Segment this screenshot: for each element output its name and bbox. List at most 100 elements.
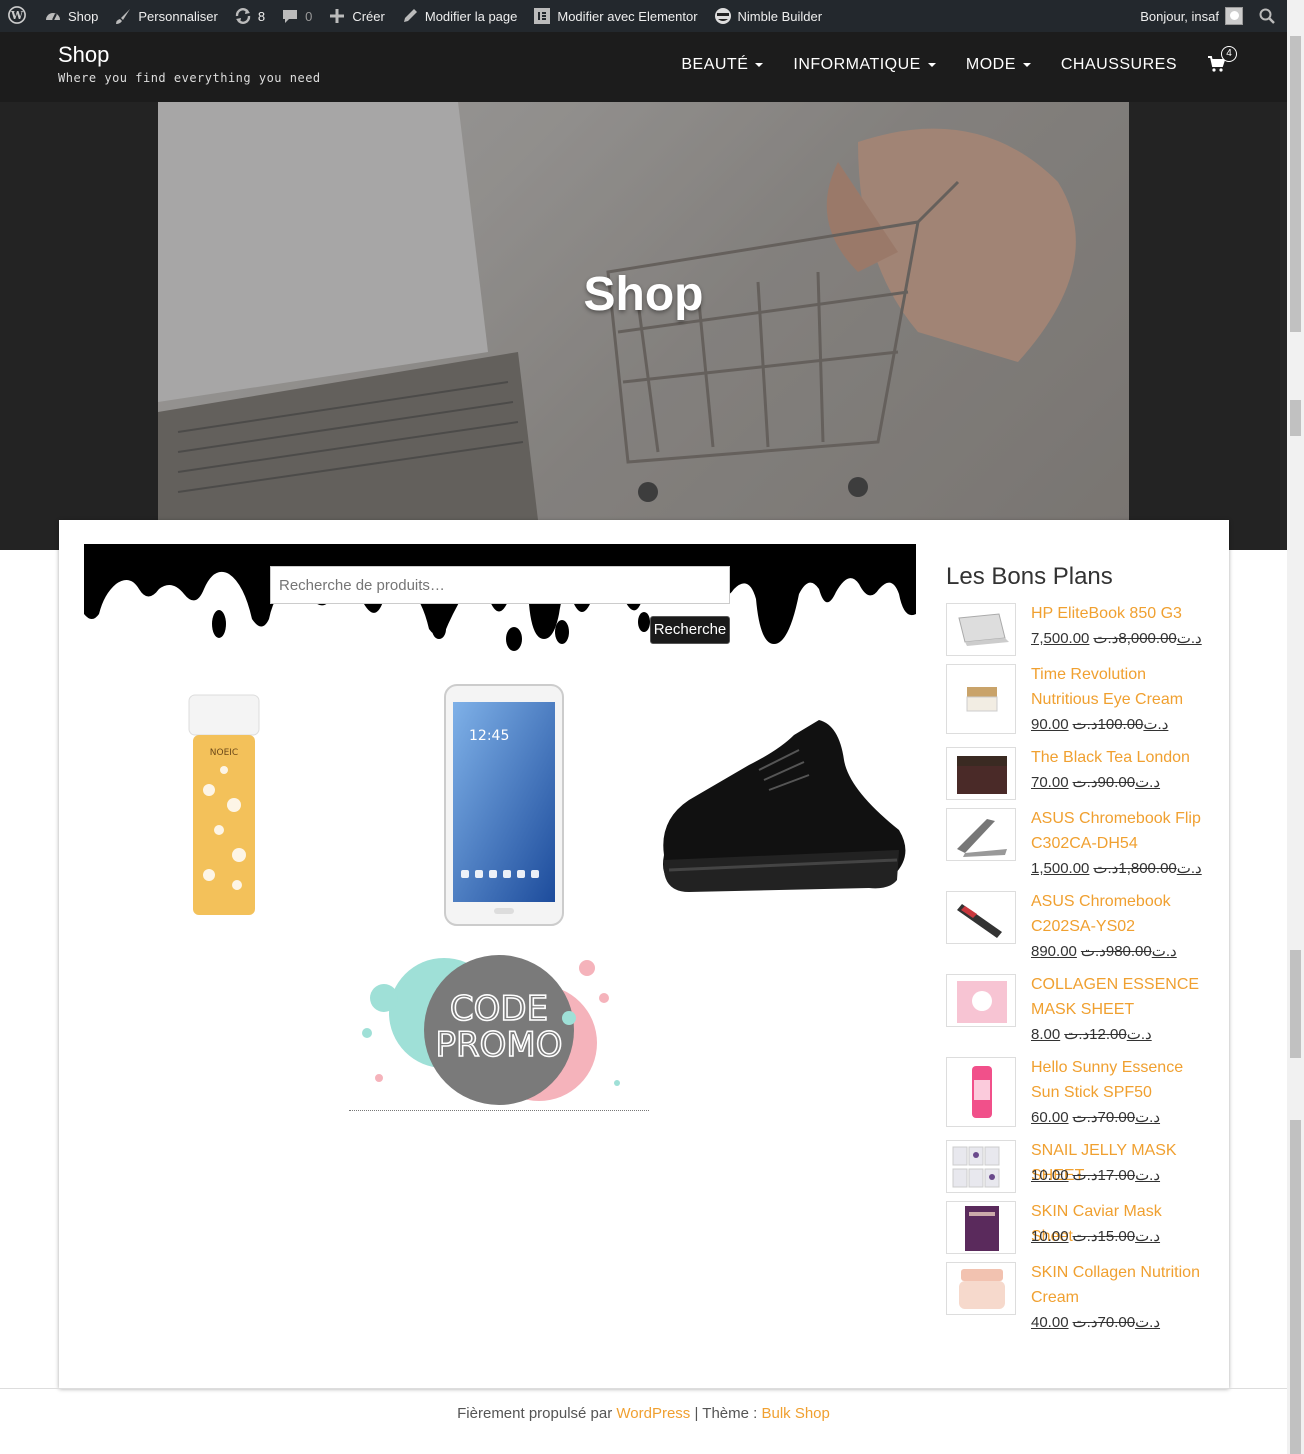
hero-image: Shop (158, 102, 1129, 520)
wordpress-logo-icon[interactable]: W (0, 0, 36, 32)
site-footer: Fièrement propulsé par WordPress | Thème… (0, 1405, 1287, 1422)
deal-name[interactable]: The Black Tea London (1031, 745, 1206, 770)
footer-separator: | Thème : (694, 1405, 758, 1422)
deal-price: 10.00د.ت15.00د.ت (1031, 1224, 1160, 1249)
adminbar-new[interactable]: Créer (320, 0, 393, 32)
avatar (1225, 7, 1243, 25)
deal-old-price: 70.00د.ت (1072, 1314, 1136, 1331)
cart-count-badge: 4 (1221, 46, 1237, 62)
tablet-clock: 12:45 (469, 728, 509, 744)
deal-old-price: 1,800.00د.ت (1093, 860, 1177, 877)
hero-title: Shop (583, 268, 704, 321)
deal-price: 40.00د.ت70.00د.ت (1031, 1310, 1160, 1335)
site-header: Shop Where you find everything you need … (0, 32, 1287, 102)
page-scrollbar[interactable] (1287, 0, 1304, 1454)
scrollbar-marker (1290, 950, 1301, 1058)
brush-icon (114, 7, 132, 25)
deal-price: 8.00د.ت12.00د.ت (1031, 1022, 1152, 1047)
search-widget: Recherche (84, 544, 916, 654)
deal-price: 7,500.00د.ت8,000.00د.ت (1031, 626, 1202, 651)
deal-thumbnail (946, 1057, 1016, 1127)
deal-old-price: 90.00د.ت (1072, 774, 1136, 791)
product-search-input[interactable] (270, 566, 730, 604)
deal-thumbnail (946, 664, 1016, 734)
product-image: 12:45 (444, 684, 564, 926)
sidebar: Les Bons Plans HP EliteBook 850 G3 7,500… (946, 563, 1206, 1383)
promo-line2: PROMO (436, 1025, 563, 1065)
admin-bar: W Shop Personnaliser 8 0 Créer Modifier … (0, 0, 1287, 32)
adminbar-nimble[interactable]: Nimble Builder (706, 0, 831, 32)
adminbar-edit-page[interactable]: Modifier la page (393, 0, 526, 32)
product-card[interactable] (649, 680, 909, 930)
product-card[interactable]: 12:45 (389, 680, 639, 930)
site-description: Where you find everything you need (58, 71, 321, 85)
nav-label: CHAUSSURES (1060, 56, 1177, 73)
deal-thumbnail (946, 1262, 1016, 1315)
adminbar-comments-count: 0 (305, 8, 313, 24)
caret-down-icon (755, 63, 764, 67)
footer-divider (0, 1388, 1287, 1389)
nav-item-informatique[interactable]: INFORMATIQUE (793, 56, 936, 74)
promo-banner[interactable]: CODE PROMO (349, 948, 649, 1111)
nav-item-chaussures[interactable]: CHAUSSURES (1061, 56, 1177, 74)
caret-down-icon (1022, 63, 1031, 67)
deal-old-price: 15.00د.ت (1072, 1228, 1136, 1245)
nimble-icon (714, 7, 732, 25)
deal-price: 1,500.00د.ت1,800.00د.ت (1031, 856, 1202, 881)
plus-icon (328, 7, 346, 25)
pencil-icon (401, 7, 419, 25)
cart-button[interactable]: 4 (1207, 46, 1237, 75)
deal-name[interactable]: ASUS Chromebook Flip C302CA-DH54 (1031, 806, 1206, 856)
adminbar-account[interactable]: Bonjour, insaf (1132, 0, 1251, 32)
adminbar-updates[interactable]: 8 (226, 0, 273, 32)
comment-icon (281, 7, 299, 25)
nav-label: BEAUTÉ (681, 56, 749, 73)
deal-old-price: 980.00د.ت (1080, 943, 1152, 960)
footer-theme-link[interactable]: Bulk Shop (761, 1405, 829, 1422)
deal-name[interactable]: Time Revolution Nutritious Eye Cream (1031, 662, 1206, 712)
deal-thumbnail (946, 808, 1016, 861)
adminbar-edit-elementor[interactable]: Modifier avec Elementor (525, 0, 705, 32)
nav-label: INFORMATIQUE (793, 56, 921, 73)
site-title[interactable]: Shop (58, 42, 109, 68)
nav-item-mode[interactable]: MODE (966, 56, 1031, 74)
product-card[interactable]: NOEIC (109, 680, 359, 930)
main-nav: BEAUTÉ INFORMATIQUE MODE CHAUSSURES 4 (651, 46, 1237, 75)
adminbar-customize[interactable]: Personnaliser (106, 0, 226, 32)
adminbar-site[interactable]: Shop (36, 0, 106, 32)
deal-price: 90.00د.ت100.00د.ت (1031, 712, 1168, 737)
deal-name[interactable]: Hello Sunny Essence Sun Stick SPF50 (1031, 1055, 1206, 1105)
footer-wordpress-link[interactable]: WordPress (616, 1405, 690, 1422)
adminbar-nimble-label: Nimble Builder (737, 8, 823, 24)
updates-icon (234, 7, 252, 25)
deals-list: HP EliteBook 850 G3 7,500.00د.ت8,000.00د… (946, 603, 1206, 1383)
deal-thumbnail (946, 747, 1016, 800)
svg-text:W: W (10, 9, 24, 22)
deal-price: 60.00د.ت70.00د.ت (1031, 1105, 1160, 1130)
adminbar-greeting: Bonjour, insaf (1140, 8, 1219, 24)
deal-name[interactable]: HP EliteBook 850 G3 (1031, 601, 1206, 626)
caret-down-icon (927, 63, 936, 67)
product-image: NOEIC (188, 694, 260, 915)
deal-price: 890.00د.ت980.00د.ت (1031, 939, 1177, 964)
scrollbar-thumb[interactable] (1290, 36, 1301, 332)
deal-name[interactable]: COLLAGEN ESSENCE MASK SHEET (1031, 972, 1206, 1022)
deal-name[interactable]: ASUS Chromebook C202SA-YS02 (1031, 889, 1206, 939)
deal-thumbnail (946, 891, 1016, 944)
deal-price: 70.00د.ت90.00د.ت (1031, 770, 1160, 795)
deal-name[interactable]: SKIN Collagen Nutrition Cream (1031, 1260, 1206, 1310)
nav-item-beaute[interactable]: BEAUTÉ (681, 56, 764, 74)
adminbar-comments[interactable]: 0 (273, 0, 320, 32)
deal-old-price: 100.00د.ت (1072, 716, 1144, 733)
deal-thumbnail (946, 1201, 1016, 1254)
deal-price: 10.00د.ت17.00د.ت (1031, 1163, 1160, 1188)
adminbar-search-icon[interactable] (1251, 0, 1287, 32)
main-content: Recherche NOEIC 12:45 (59, 520, 1229, 1388)
search-button[interactable]: Recherche (650, 616, 730, 644)
adminbar-edit-page-label: Modifier la page (424, 8, 518, 24)
deal-old-price: 8,000.00د.ت (1093, 630, 1177, 647)
product-brand-label: NOEIC (210, 748, 238, 758)
adminbar-updates-count: 8 (257, 8, 266, 24)
code-promo-image: CODE PROMO (362, 955, 620, 1105)
elementor-icon (533, 7, 551, 25)
